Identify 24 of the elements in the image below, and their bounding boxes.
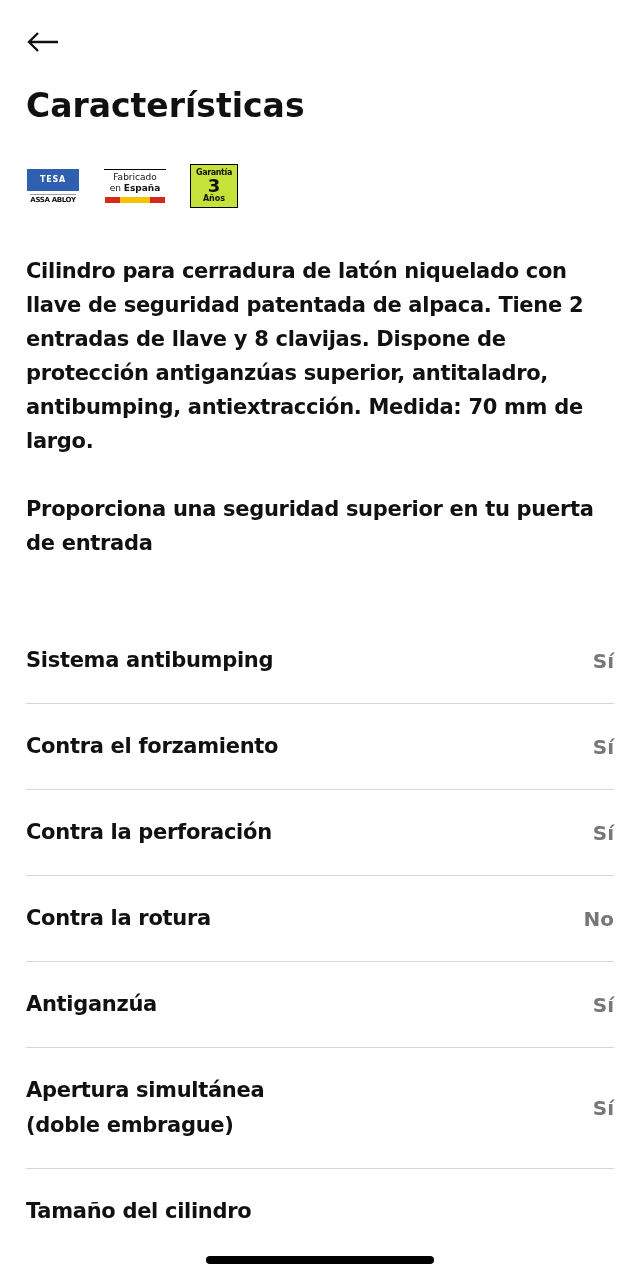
badge-text: Garantía bbox=[196, 169, 232, 177]
feature-value: No bbox=[583, 905, 614, 933]
feature-value: Sí bbox=[592, 1095, 614, 1122]
logo-text: Fabricado bbox=[113, 172, 157, 183]
feature-value: Sí bbox=[592, 647, 614, 675]
feature-label: Sistema antibumping bbox=[26, 647, 274, 674]
description-text: Cilindro para cerradura de latón niquelado con llave de seguridad patentada de alpaca. Tiene 2 entradas de llave y 8 clavijas. Dispone de protección antiganzúas superior, antitaladro, antibumping, antiextracción. Medida: 70 mm de largo. bbox=[26, 258, 585, 455]
feature-label: Contra la perforación bbox=[26, 819, 272, 846]
badge-text: Años bbox=[202, 195, 226, 203]
back-arrow-icon bbox=[26, 31, 60, 53]
feature-value: Sí bbox=[592, 991, 614, 1019]
feature-value: Sí bbox=[592, 733, 614, 761]
logo-brand: TESA bbox=[27, 168, 79, 191]
feature-label: Antiganzúa bbox=[26, 991, 157, 1018]
page-title: Características bbox=[26, 86, 306, 126]
feature-value: Sí bbox=[592, 819, 614, 847]
logo-text: en España bbox=[109, 183, 161, 194]
feature-label: Apertura simultánea (doble embrague) bbox=[26, 1077, 265, 1139]
badge-number: 3 bbox=[207, 177, 221, 195]
flag-stripe bbox=[105, 197, 165, 203]
feature-label: Contra el forzamiento bbox=[26, 733, 279, 760]
description-text: Proporciona una seguridad superior en tu puerta de entrada bbox=[26, 496, 595, 557]
feature-label: Contra la rotura bbox=[26, 905, 211, 932]
feature-label: Tamaño del cilindro bbox=[26, 1198, 252, 1225]
